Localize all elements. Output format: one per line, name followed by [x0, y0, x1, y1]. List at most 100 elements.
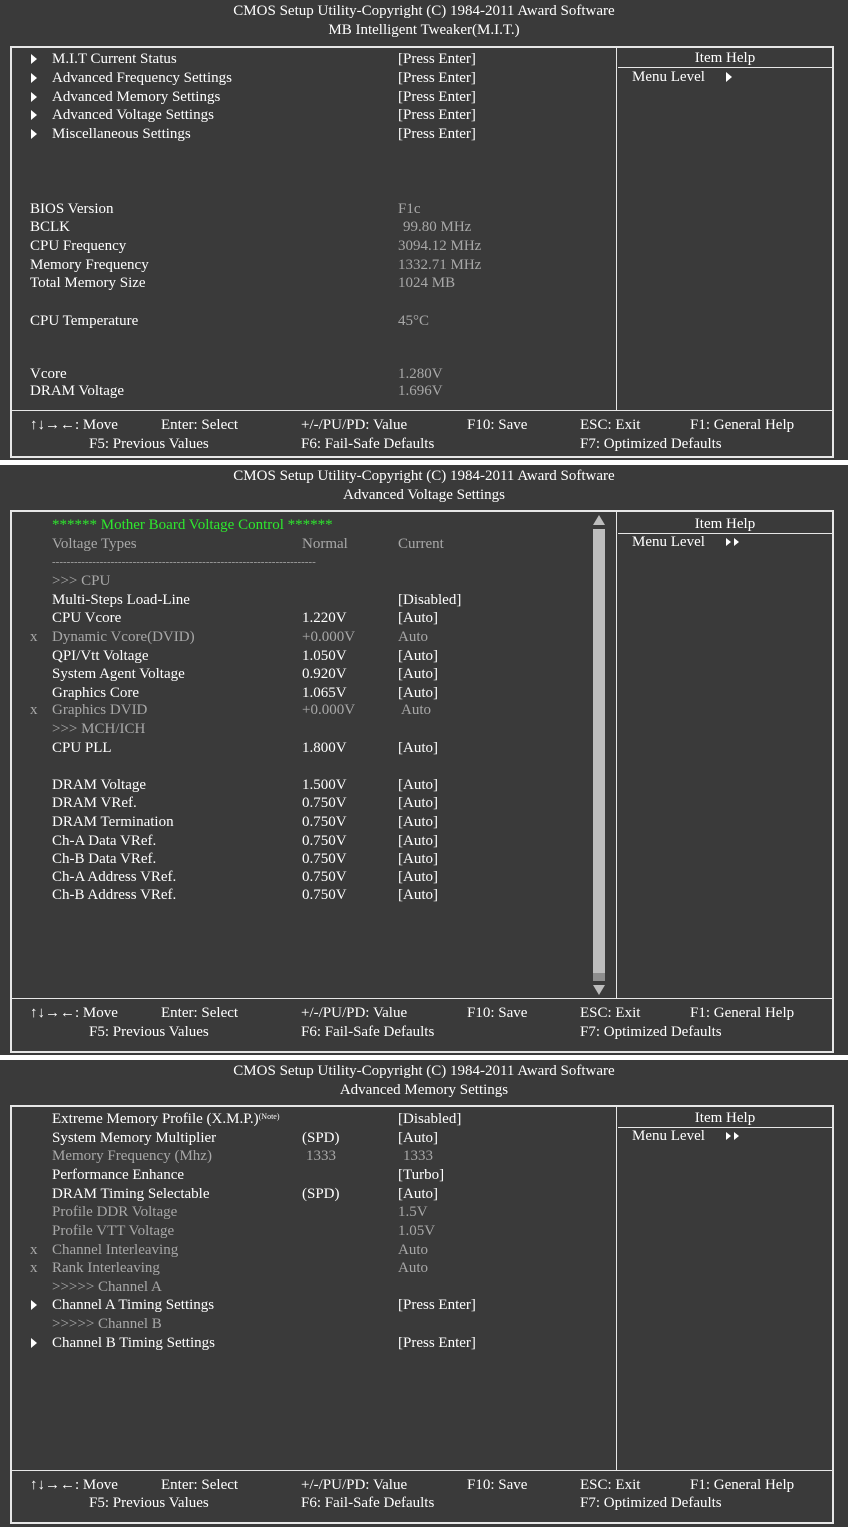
memory-label: Profile DDR Voltage — [52, 1204, 178, 1220]
key-optimized-defaults: F7: Optimized Defaults — [580, 436, 722, 452]
voltage-normal: 0.750V — [302, 833, 347, 849]
info-label: BIOS Version — [30, 201, 114, 217]
screen-title: CMOS Setup Utility-Copyright (C) 1984-20… — [233, 468, 615, 484]
submenu-value: [Press Enter] — [398, 107, 476, 123]
info-value: 45°C — [398, 313, 430, 329]
submenu-label: Advanced Memory Settings — [52, 89, 221, 105]
voltage-normal: 0.750V — [302, 814, 347, 830]
item-help-title: Item Help — [694, 516, 756, 532]
submenu-arrow-icon — [31, 92, 37, 102]
submenu-label: Miscellaneous Settings — [52, 126, 191, 142]
voltage-current: [Auto] — [398, 777, 438, 793]
memory-label: System Memory Multiplier — [52, 1130, 217, 1146]
screen-subtitle: MB Intelligent Tweaker(M.I.T.) — [328, 22, 520, 38]
menu-level-arrow-icon — [726, 538, 731, 546]
menu-level: Menu Level — [632, 533, 705, 551]
key-help: F1: General Help — [690, 417, 795, 433]
memory-label: Profile VTT Voltage — [52, 1223, 175, 1239]
voltage-normal: 1.500V — [302, 777, 347, 793]
channel-b-header: >>>>> Channel B — [52, 1316, 162, 1332]
key-previous-values: F5: Previous Values — [89, 1024, 209, 1040]
key-failsafe-defaults: F6: Fail-Safe Defaults — [301, 1495, 435, 1511]
key-help: F1: General Help — [690, 1477, 795, 1493]
memory-value: [Turbo] — [398, 1167, 445, 1183]
footer-divider — [10, 1470, 834, 1471]
memory-mid: (SPD) — [302, 1130, 340, 1146]
key-previous-values: F5: Previous Values — [89, 436, 209, 452]
screen-subtitle: Advanced Voltage Settings — [343, 487, 505, 503]
menu-level-label: Menu Level — [632, 534, 705, 550]
voltage-current: [Auto] — [398, 610, 438, 626]
screen-subtitle: Advanced Memory Settings — [339, 1082, 509, 1098]
voltage-label: Ch-A Address VRef. — [52, 869, 177, 885]
info-value: 1.280V — [398, 366, 443, 382]
memory-value: [Auto] — [398, 1130, 438, 1146]
voltage-control-heading: ****** Mother Board Voltage Control ****… — [52, 517, 333, 533]
voltage-current: [Auto] — [398, 869, 438, 885]
voltage-current: [Auto] — [398, 814, 438, 830]
footer-divider — [10, 410, 834, 411]
info-label: BCLK — [30, 219, 71, 235]
submenu-label: Channel A Timing Settings — [52, 1297, 215, 1313]
memory-mid: (SPD) — [302, 1186, 340, 1202]
column-divider: ----------------------------------------… — [52, 556, 316, 568]
key-exit: ESC: Exit — [580, 417, 641, 433]
help-divider — [616, 48, 617, 410]
submenu-label: Advanced Frequency Settings — [52, 70, 232, 86]
memory-label: DRAM Timing Selectable — [52, 1186, 210, 1202]
submenu-arrow-icon — [31, 54, 37, 64]
info-value: 99.80 MHz — [403, 219, 472, 235]
section-cpu: >>> CPU — [52, 573, 111, 589]
col-normal: Normal — [302, 536, 348, 552]
xmp-label-text: Extreme Memory Profile (X.M.P.) — [52, 1111, 259, 1127]
voltage-current: [Disabled] — [398, 592, 462, 608]
submenu-arrow-icon — [31, 1338, 37, 1348]
voltage-current: Auto — [398, 629, 428, 645]
voltage-normal: 0.750V — [302, 795, 347, 811]
submenu-arrow-icon — [31, 129, 37, 139]
voltage-normal: 1.800V — [302, 740, 347, 756]
memory-value: 1333 — [403, 1148, 433, 1164]
info-label: DRAM Voltage — [30, 383, 125, 399]
voltage-normal: 1.065V — [302, 685, 347, 701]
scroll-up-arrow-icon[interactable] — [593, 515, 605, 525]
voltage-normal: 1.220V — [302, 610, 347, 626]
col-current: Current — [398, 536, 444, 552]
memory-value: [Auto] — [398, 1186, 438, 1202]
key-optimized-defaults: F7: Optimized Defaults — [580, 1024, 722, 1040]
info-value: 1024 MB — [398, 275, 456, 291]
scroll-track[interactable] — [593, 529, 605, 981]
info-value: 3094.12 MHz — [398, 238, 482, 254]
voltage-current: [Auto] — [398, 740, 438, 756]
voltage-label: CPU Vcore — [52, 610, 122, 626]
submenu-value: [Press Enter] — [398, 1335, 476, 1351]
voltage-label: QPI/Vtt Voltage — [52, 648, 149, 664]
memory-value: [Disabled] — [398, 1111, 462, 1127]
xmp-note: (Note) — [258, 1112, 280, 1121]
info-value: 1.696V — [398, 383, 443, 399]
voltage-current: [Auto] — [398, 685, 438, 701]
menu-level-arrow-icon — [734, 1132, 739, 1140]
scroll-thumb[interactable] — [593, 973, 605, 981]
info-label: Memory Frequency — [30, 257, 149, 273]
voltage-current: [Auto] — [398, 666, 438, 682]
submenu-arrow-icon — [31, 1300, 37, 1310]
submenu-value: [Press Enter] — [398, 1297, 476, 1313]
voltage-current: [Auto] — [398, 851, 438, 867]
voltage-normal: 1.050V — [302, 648, 347, 664]
submenu-value: [Press Enter] — [398, 51, 476, 67]
scroll-down-arrow-icon[interactable] — [593, 985, 605, 995]
info-label: CPU Temperature — [30, 313, 139, 329]
voltage-label: CPU PLL — [52, 740, 112, 756]
voltage-current: [Auto] — [398, 795, 438, 811]
scrollbar[interactable] — [592, 515, 606, 995]
item-help-title: Item Help — [694, 1110, 756, 1126]
voltage-label: Ch-B Data VRef. — [52, 851, 157, 867]
info-label: Vcore — [30, 366, 67, 382]
memory-value: 1.05V — [398, 1223, 436, 1239]
menu-level-label: Menu Level — [632, 69, 705, 85]
memory-value: Auto — [398, 1260, 428, 1276]
menu-level: Menu Level — [632, 68, 705, 86]
submenu-value: [Press Enter] — [398, 70, 476, 86]
submenu-label: Advanced Voltage Settings — [52, 107, 214, 123]
